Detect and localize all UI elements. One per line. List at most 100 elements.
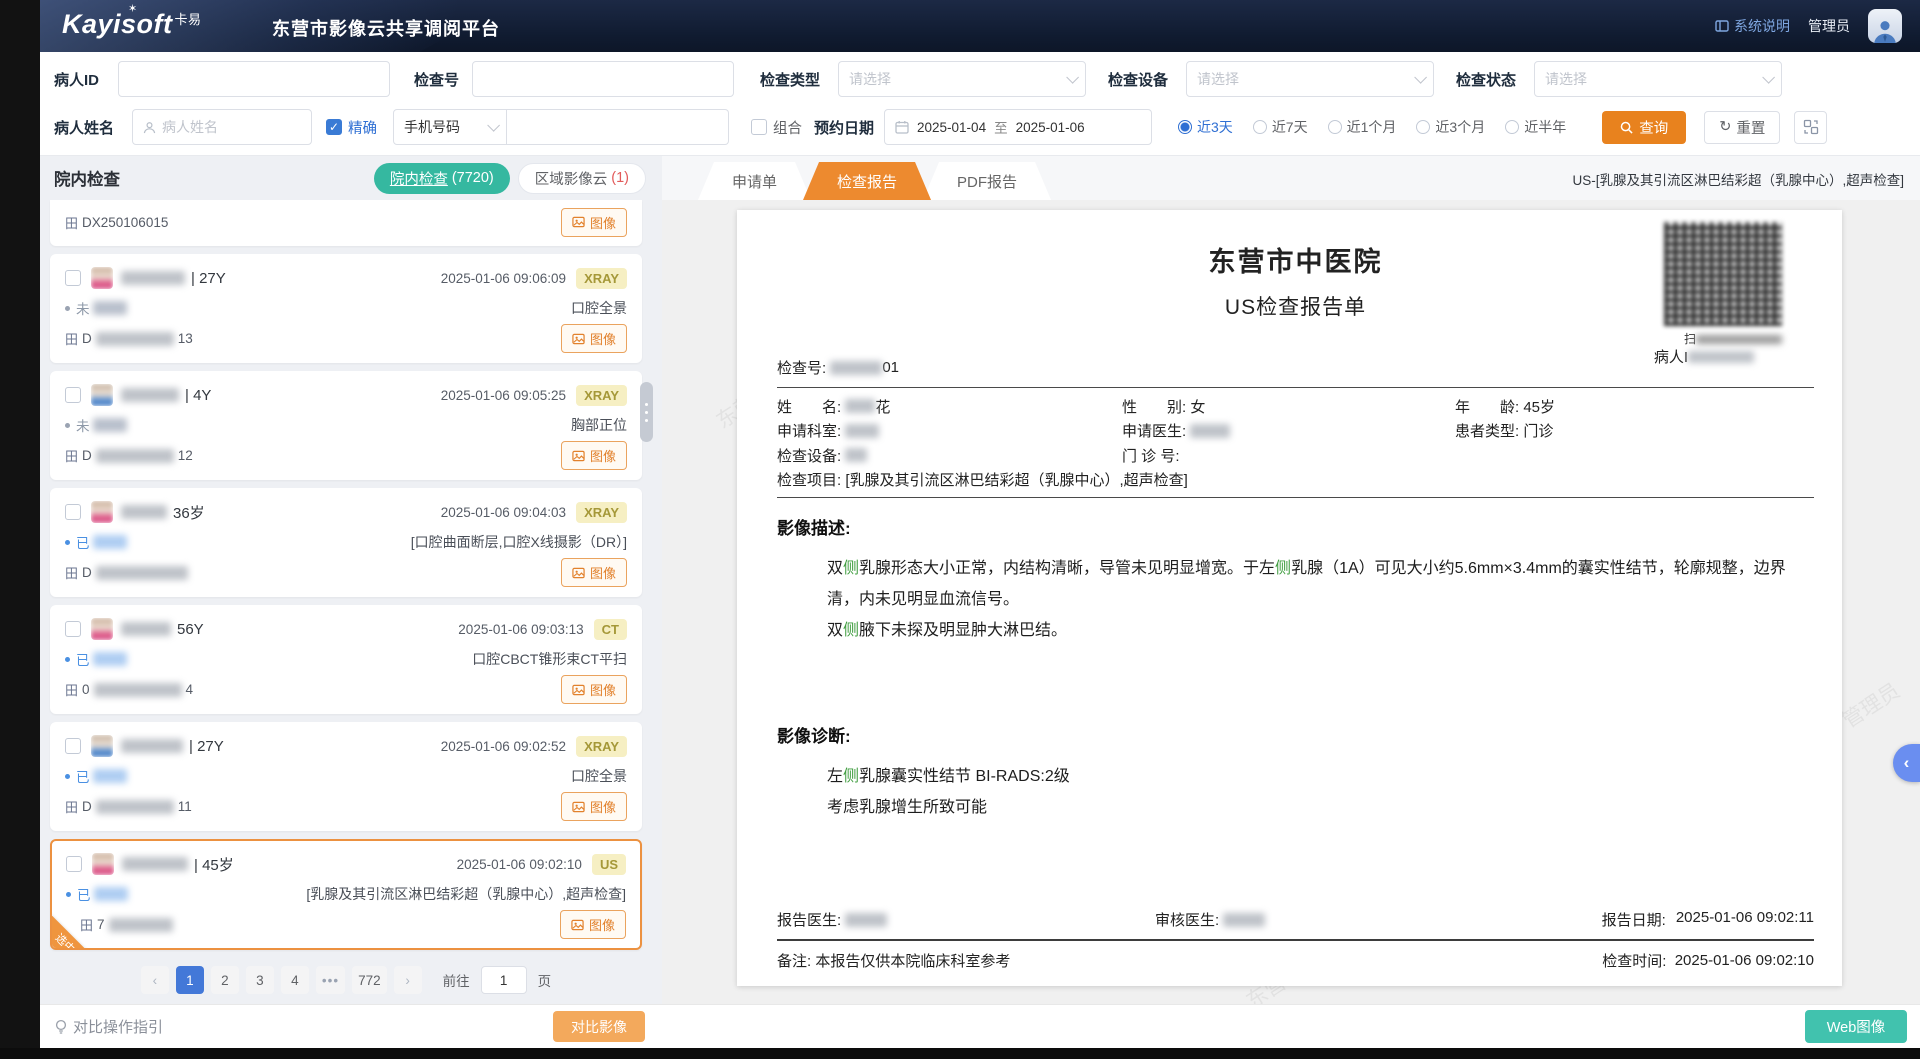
range-3months-radio[interactable]: 近3个月	[1416, 117, 1485, 137]
item-checkbox[interactable]	[65, 504, 81, 520]
status-select[interactable]: 请选择	[1534, 61, 1782, 97]
film-icon: 田	[65, 213, 78, 232]
layout-toggle-button[interactable]	[1794, 111, 1827, 144]
image-icon	[572, 333, 585, 345]
exact-checkbox[interactable]: ✓	[326, 119, 342, 135]
modality-badge: XRAY	[576, 385, 627, 406]
date-label: 预约日期	[814, 117, 874, 138]
item-checkbox[interactable]	[66, 856, 82, 872]
query-button[interactable]: 查询	[1602, 111, 1686, 144]
exam-list-item[interactable]: 56Y 2025-01-06 09:03:13 CT 已 口腔CBCT锥形束CT…	[50, 605, 642, 714]
compare-guide-link[interactable]: 对比操作指引	[54, 1016, 163, 1037]
goto-label: 前往	[443, 970, 470, 990]
search-icon	[1620, 121, 1633, 134]
tab-internal-exams[interactable]: 院内检查(7720)	[374, 163, 510, 194]
exam-list-item[interactable]: | 27Y 2025-01-06 09:02:52 XRAY 已 口腔全景 田D…	[50, 722, 642, 831]
page-button-2[interactable]: 2	[211, 966, 239, 994]
user-avatar[interactable]	[1868, 9, 1902, 43]
phone-field-select[interactable]: 手机号码	[393, 109, 507, 145]
patient-avatar	[91, 267, 113, 289]
item-checkbox[interactable]	[65, 621, 81, 637]
open-image-button[interactable]: 图像	[561, 441, 627, 470]
exam-no-input[interactable]	[472, 61, 734, 97]
item-checkbox[interactable]	[65, 387, 81, 403]
open-image-button[interactable]: 图像	[561, 558, 627, 587]
system-help-link[interactable]: 系统说明	[1715, 16, 1790, 36]
patient-name-redacted	[121, 505, 167, 519]
exam-list-item[interactable]: | 4Y 2025-01-06 09:05:25 XRAY 未 胸部正位 田D1…	[50, 371, 642, 480]
range-3days-radio[interactable]: 近3天	[1178, 117, 1233, 137]
open-image-button[interactable]: 图像	[561, 675, 627, 704]
exam-list-item-selected[interactable]: | 45岁 2025-01-06 09:02:10 US 已 [乳腺及其引流区淋…	[50, 839, 642, 950]
item-checkbox[interactable]	[65, 738, 81, 754]
layout-switch-icon	[1803, 119, 1819, 135]
compare-images-button[interactable]: 对比影像	[553, 1011, 645, 1042]
exam-list-item[interactable]: | 27Y 2025-01-06 09:06:09 XRAY 未 口腔全景 田D…	[50, 254, 642, 363]
open-image-button[interactable]: 图像	[561, 208, 627, 237]
range-1month-radio[interactable]: 近1个月	[1328, 117, 1397, 137]
page-button-1[interactable]: 1	[176, 966, 204, 994]
image-icon	[572, 684, 585, 696]
film-icon: 田	[65, 797, 78, 816]
next-page-button[interactable]: ›	[394, 966, 422, 994]
patient-name-redacted	[121, 739, 183, 753]
date-separator: 至	[994, 117, 1008, 137]
patient-avatar	[91, 384, 113, 406]
page-button-3[interactable]: 3	[246, 966, 274, 994]
hospital-name: 东营市中医院	[777, 240, 1814, 279]
exam-list-item[interactable]: 36岁 2025-01-06 09:04:03 XRAY 已 [口腔曲面断层,口…	[50, 488, 642, 597]
open-image-button[interactable]: 图像	[561, 792, 627, 821]
device-select[interactable]: 请选择	[1186, 61, 1434, 97]
combo-label: 组合	[773, 117, 802, 138]
patient-avatar	[91, 618, 113, 640]
panel-splitter-handle[interactable]	[640, 382, 653, 442]
current-user-label[interactable]: 管理员	[1808, 16, 1850, 36]
patient-avatar	[92, 853, 114, 875]
film-icon: 田	[65, 446, 78, 465]
image-icon	[572, 801, 585, 813]
page-button-last[interactable]: 772	[352, 966, 387, 994]
platform-title: 东营市影像云共享调阅平台	[272, 15, 500, 41]
date-range-picker[interactable]: 2025-01-04 至 2025-01-06	[884, 109, 1152, 145]
goto-page-input[interactable]	[481, 966, 527, 994]
page-button-4[interactable]: 4	[281, 966, 309, 994]
patient-id-input[interactable]	[118, 61, 390, 97]
range-7days-radio[interactable]: 近7天	[1253, 117, 1308, 137]
reset-button[interactable]: ↻重置	[1704, 111, 1780, 144]
page-ellipsis[interactable]: •••	[316, 966, 345, 994]
phone-input[interactable]	[507, 109, 729, 145]
refresh-icon: ↻	[1719, 119, 1731, 135]
bottom-toolbar: 对比操作指引 对比影像 Web图像	[40, 1004, 1920, 1048]
tab-pdf-report[interactable]: PDF报告	[923, 162, 1051, 200]
tab-request-form[interactable]: 申请单	[698, 162, 811, 200]
combo-checkbox[interactable]	[751, 119, 767, 135]
pagination: ‹ 1 2 3 4 ••• 772 › 前往 页	[40, 966, 652, 994]
date-to[interactable]: 2025-01-06	[1016, 120, 1085, 135]
modality-badge: US	[592, 854, 626, 875]
window-icon	[1715, 20, 1729, 32]
range-halfyear-radio[interactable]: 近半年	[1505, 117, 1566, 137]
open-image-button[interactable]: 图像	[561, 324, 627, 353]
diag-paragraph: 考虑乳腺增生所致可能	[827, 792, 1814, 823]
page-unit-label: 页	[538, 970, 552, 990]
tab-exam-report[interactable]: 检查报告	[803, 162, 931, 200]
exam-type-select[interactable]: 请选择	[838, 61, 1086, 97]
web-image-button[interactable]: Web图像	[1805, 1010, 1907, 1043]
open-image-button[interactable]: 图像	[560, 910, 626, 939]
divider	[777, 387, 1814, 388]
patient-age: | 27Y	[189, 738, 224, 755]
sidebar-title: 院内检查	[54, 166, 120, 190]
film-icon: 田	[65, 329, 78, 348]
tab-regional-cloud[interactable]: 区域影像云(1)	[518, 163, 646, 194]
item-checkbox[interactable]	[65, 270, 81, 286]
image-icon	[572, 567, 585, 579]
prev-page-button[interactable]: ‹	[141, 966, 169, 994]
date-from[interactable]: 2025-01-04	[917, 120, 986, 135]
report-panel: 申请单 检查报告 PDF报告 US-[乳腺及其引流区淋巴结彩超（乳腺中心）,超声…	[662, 156, 1920, 1004]
report-status: 未	[65, 415, 127, 435]
exam-type-label: 检查类型	[760, 69, 838, 90]
exam-list[interactable]: 田DX250106015 图像 | 27Y 2025-01-06 09:06:0…	[40, 200, 652, 956]
patient-name-input[interactable]: 病人姓名	[132, 109, 312, 145]
exam-list-item-partial[interactable]: 田DX250106015 图像	[50, 200, 642, 246]
exam-datetime: 2025-01-06 09:05:25	[441, 388, 566, 403]
